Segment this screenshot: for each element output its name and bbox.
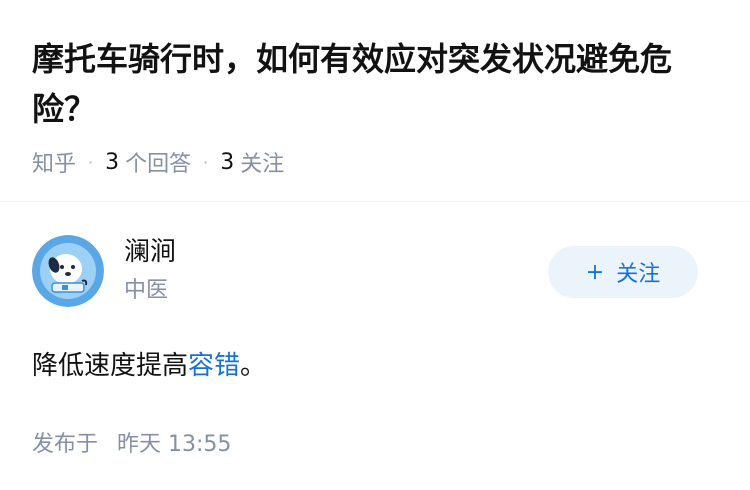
keyword-link[interactable]: 容错 [188, 351, 240, 381]
author-bio: 中医 [124, 278, 169, 303]
answer-content: 降低速度提高容错。 [32, 346, 718, 386]
avatar-image [32, 235, 104, 307]
section-divider [0, 201, 750, 202]
question-title[interactable]: 摩托车骑行时，如何有效应对突发状况避免危险？ [32, 34, 722, 134]
avatar[interactable] [32, 235, 104, 307]
publish-info: 发布于 昨天 13:55 [32, 426, 718, 458]
author-row: 澜涧 中医 + 关注 [32, 234, 718, 308]
plus-icon: + [585, 259, 605, 285]
answer-text-end: 。 [240, 351, 267, 381]
follow-button[interactable]: + 关注 [548, 246, 698, 298]
answer-text-start: 降低速度提高 [32, 351, 189, 381]
question-meta: 知乎 · 3 个回答 · 3 关注 [32, 142, 718, 182]
answer-count: 3 [105, 149, 120, 175]
follow-count: 3 [220, 149, 235, 175]
answer-card: 澜涧 中医 + 关注 降低速度提高容错。 发布于 昨天 13:55 [32, 234, 718, 458]
follow-count-label: 关注 [240, 152, 285, 177]
publish-label: 发布于 [32, 432, 99, 457]
author-info: 澜涧 中医 [124, 234, 176, 308]
separator-dot: · [203, 152, 209, 172]
source-label: 知乎 [32, 152, 77, 177]
question-header: 摩托车骑行时，如何有效应对突发状况避免危险？ 知乎 · 3 个回答 · 3 关注 [0, 0, 750, 182]
answer-count-label: 个回答 [125, 152, 192, 177]
separator-dot: · [88, 152, 94, 172]
publish-date: 昨天 13:55 [117, 432, 232, 457]
author-name[interactable]: 澜涧 [124, 234, 176, 270]
follow-button-label: 关注 [616, 262, 661, 287]
